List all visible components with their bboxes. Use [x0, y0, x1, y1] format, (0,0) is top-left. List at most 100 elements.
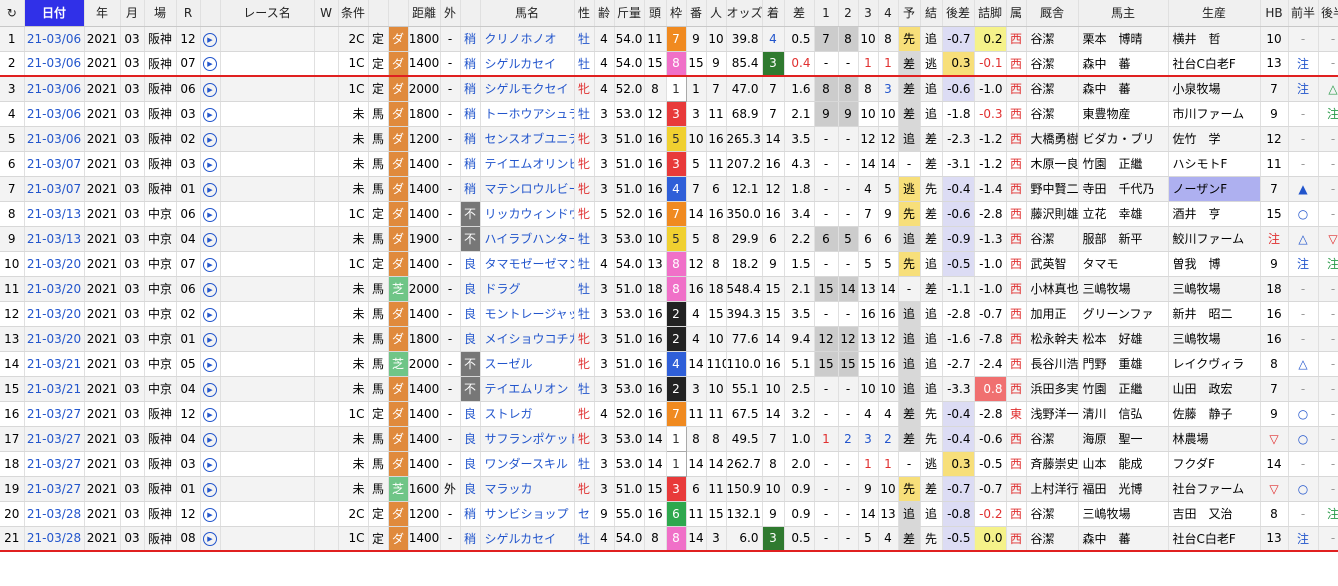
race-name-cell[interactable] — [220, 201, 315, 227]
table-row[interactable]: 19 21-03/27 2021 03 阪神 01 ▶ 未馬芝 1600 外良マラッカ牝 3 51.0… — [0, 476, 1338, 502]
table-row[interactable]: 20 21-03/28 2021 03 阪神 12 ▶ 2C 定ダ 1200- 稍サンビショップセ 9… — [0, 501, 1338, 527]
race-video-icon[interactable]: ▶ — [200, 51, 221, 77]
col-condition[interactable]: 条件 — [338, 0, 369, 27]
horse-name-link[interactable]: サンビショップ — [480, 501, 575, 527]
col-year[interactable]: 年 — [84, 0, 121, 27]
race-video-icon[interactable]: ▶ — [200, 251, 221, 277]
table-row[interactable]: 14 21-03/21 2021 03 中京 05 ▶ 未馬芝 2000- 不スーゼル牝 3 51.0… — [0, 351, 1338, 377]
play-icon[interactable]: ▶ — [203, 157, 217, 172]
race-date-link[interactable]: 21-03/28 — [24, 526, 85, 552]
race-date-link[interactable]: 21-03/07 — [24, 151, 85, 177]
race-date-link[interactable]: 21-03/20 — [24, 326, 85, 352]
race-video-icon[interactable]: ▶ — [200, 476, 221, 502]
race-name-cell[interactable] — [220, 251, 315, 277]
race-video-icon[interactable]: ▶ — [200, 401, 221, 427]
col-breeder[interactable]: 生産 — [1168, 0, 1261, 27]
play-icon[interactable]: ▶ — [203, 32, 217, 47]
horse-name-link[interactable]: ハイラブハンター — [480, 226, 575, 252]
col-popularity[interactable]: 人 — [706, 0, 727, 27]
race-video-icon[interactable]: ▶ — [200, 226, 221, 252]
race-name-cell[interactable] — [220, 76, 315, 102]
table-row[interactable]: 10 21-03/20 2021 03 中京 07 ▶ 1C 定ダ 1400- 良タマモゼーゼマン牡… — [0, 251, 1338, 277]
col-horse-name[interactable]: 馬名 — [480, 0, 575, 27]
table-row[interactable]: 2 21-03/06 2021 03 阪神 07 ▶ 1C 定ダ 1400- 稍シゲルカセイ牡 4 54… — [0, 51, 1338, 77]
play-icon[interactable]: ▶ — [203, 382, 217, 397]
play-icon[interactable]: ▶ — [203, 257, 217, 272]
col-margin[interactable]: 差 — [784, 0, 815, 27]
race-name-cell[interactable] — [220, 276, 315, 302]
table-row[interactable]: 1221-03/20202103中京02▶未馬ダ1400-良モントレージャック牡… — [0, 301, 1338, 327]
play-icon[interactable]: ▶ — [203, 532, 217, 547]
col-result[interactable]: 結 — [920, 0, 943, 27]
horse-name-link[interactable]: シゲルカセイ — [480, 51, 575, 77]
race-date-link[interactable]: 21-03/06 — [24, 126, 85, 152]
horse-name-link[interactable]: シゲルカセイ — [480, 526, 575, 552]
race-date-link[interactable]: 21-03/13 — [24, 226, 85, 252]
race-date-link[interactable]: 21-03/06 — [24, 76, 85, 102]
col-stable[interactable]: 厩舎 — [1026, 0, 1079, 27]
race-date-link[interactable]: 21-03/20 — [24, 301, 85, 327]
refresh-icon[interactable]: ↻ — [0, 0, 25, 27]
race-video-icon[interactable]: ▶ — [200, 276, 221, 302]
col-place[interactable]: 場 — [144, 0, 177, 27]
horse-name-link[interactable]: ドラグ — [480, 276, 575, 302]
race-video-icon[interactable]: ▶ — [200, 526, 221, 552]
col-corner1[interactable]: 1 — [814, 0, 839, 27]
play-icon[interactable]: ▶ — [203, 232, 217, 247]
race-name-cell[interactable] — [220, 126, 315, 152]
col-heads[interactable]: 頭 — [644, 0, 667, 27]
race-date-link[interactable]: 21-03/21 — [24, 376, 85, 402]
table-row[interactable]: 8 21-03/13 2021 03 中京 06 ▶ 1C 定ダ 1400- 不リッカウィンドウ牝 5… — [0, 201, 1338, 227]
play-icon[interactable]: ▶ — [203, 282, 217, 297]
race-video-icon[interactable]: ▶ — [200, 201, 221, 227]
col-owner[interactable]: 馬主 — [1078, 0, 1169, 27]
race-name-cell[interactable] — [220, 501, 315, 527]
race-video-icon[interactable]: ▶ — [200, 351, 221, 377]
play-icon[interactable]: ▶ — [203, 107, 217, 122]
race-name-cell[interactable] — [220, 526, 315, 552]
race-name-cell[interactable] — [220, 451, 315, 477]
table-row[interactable]: 21 21-03/28 2021 03 阪神 08 ▶ 1C 定ダ 1400- 稍シゲルカセイ牡 4 5… — [0, 526, 1338, 552]
race-date-link[interactable]: 21-03/28 — [24, 501, 85, 527]
col-race-name[interactable]: レース名 — [220, 0, 315, 27]
col-month[interactable]: 月 — [120, 0, 145, 27]
col-first-half[interactable]: 前半 — [1288, 0, 1319, 27]
horse-name-link[interactable]: マラッカ — [480, 476, 575, 502]
col-hb[interactable]: HB — [1260, 0, 1289, 27]
table-row[interactable]: 1 21-03/06 2021 03 阪神 12 ▶ 2C 定ダ 1800- 稍クリノホノオ牡 4 54… — [0, 26, 1338, 52]
col-waku[interactable]: 枠 — [666, 0, 687, 27]
horse-name-link[interactable]: メイショウコチカゼ — [480, 326, 575, 352]
race-video-icon[interactable]: ▶ — [200, 26, 221, 52]
race-video-icon[interactable]: ▶ — [200, 101, 221, 127]
race-video-icon[interactable]: ▶ — [200, 426, 221, 452]
race-video-icon[interactable]: ▶ — [200, 326, 221, 352]
horse-name-link[interactable]: ストレガ — [480, 401, 575, 427]
race-name-cell[interactable] — [220, 101, 315, 127]
race-name-cell[interactable] — [220, 401, 315, 427]
col-race-no[interactable]: R — [176, 0, 201, 27]
col-w[interactable]: W — [314, 0, 339, 27]
race-video-icon[interactable]: ▶ — [200, 301, 221, 327]
col-affiliation[interactable]: 属 — [1006, 0, 1027, 27]
play-icon[interactable]: ▶ — [203, 407, 217, 422]
horse-name-link[interactable]: マテンロウルビー — [480, 176, 575, 202]
col-number[interactable]: 番 — [686, 0, 707, 27]
race-video-icon[interactable]: ▶ — [200, 451, 221, 477]
race-date-link[interactable]: 21-03/06 — [24, 101, 85, 127]
race-name-cell[interactable] — [220, 151, 315, 177]
col-finish[interactable]: 着 — [762, 0, 785, 27]
col-corner4[interactable]: 4 — [878, 0, 899, 27]
col-weight[interactable]: 斤量 — [614, 0, 645, 27]
race-name-cell[interactable] — [220, 476, 315, 502]
race-name-cell[interactable] — [220, 351, 315, 377]
table-row[interactable]: 521-03/06202103阪神02▶未馬ダ1200-稍センスオブユニティ牝3… — [0, 126, 1338, 152]
play-icon[interactable]: ▶ — [203, 457, 217, 472]
horse-name-link[interactable]: クリノホノオ — [480, 26, 575, 52]
play-icon[interactable]: ▶ — [203, 82, 217, 97]
horse-name-link[interactable]: タマモゼーゼマン — [480, 251, 575, 277]
race-name-cell[interactable] — [220, 376, 315, 402]
horse-name-link[interactable]: リッカウィンドウ — [480, 201, 575, 227]
table-row[interactable]: 16 21-03/27 2021 03 阪神 12 ▶ 1C 定ダ 1400- 良ストレガ牝 4 52.… — [0, 401, 1338, 427]
race-name-cell[interactable] — [220, 426, 315, 452]
race-date-link[interactable]: 21-03/06 — [24, 51, 85, 77]
